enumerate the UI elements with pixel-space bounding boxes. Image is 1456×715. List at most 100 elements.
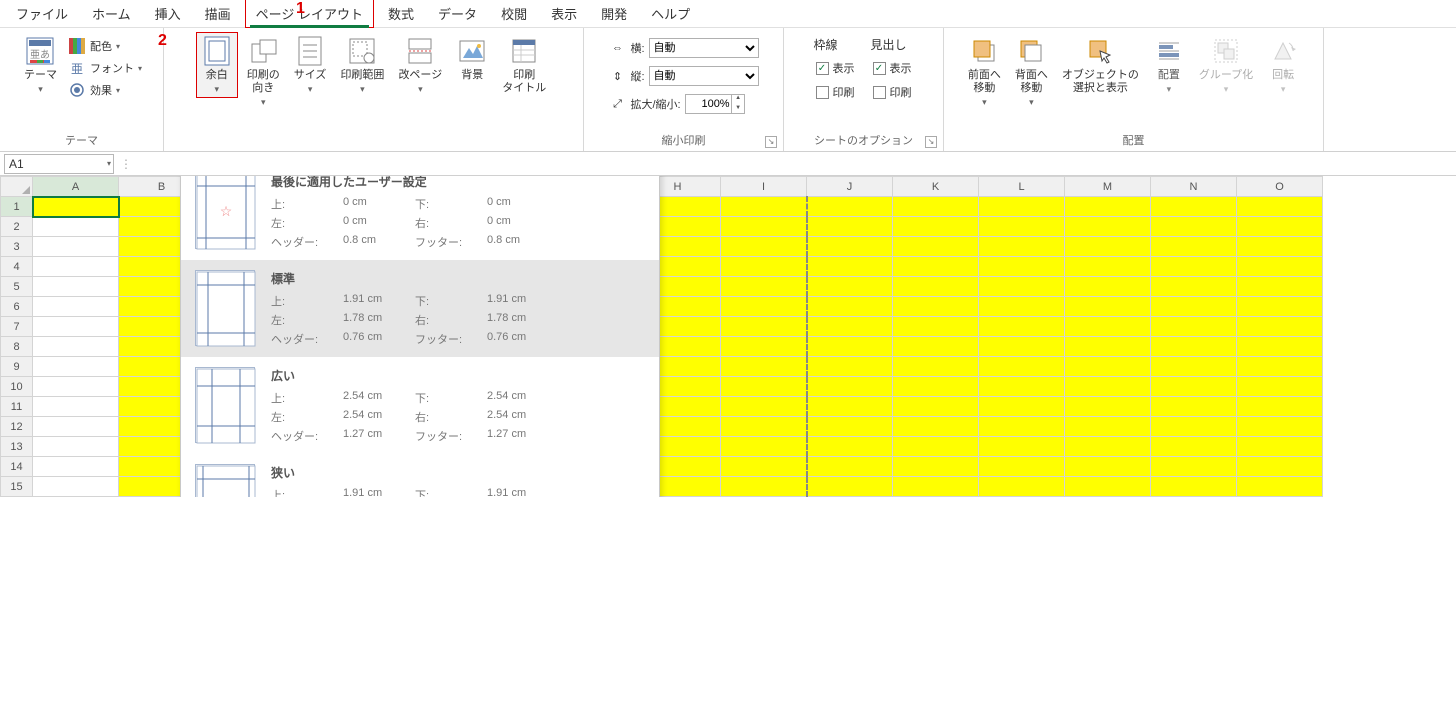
cell[interactable]	[721, 477, 807, 497]
cell[interactable]	[721, 297, 807, 317]
cell[interactable]	[807, 337, 893, 357]
cell[interactable]	[1065, 457, 1151, 477]
cell[interactable]	[807, 217, 893, 237]
cell[interactable]	[33, 377, 119, 397]
cell[interactable]	[33, 437, 119, 457]
cell[interactable]	[721, 357, 807, 377]
cell[interactable]	[893, 337, 979, 357]
row-header[interactable]: 6	[1, 297, 33, 317]
cell[interactable]	[721, 417, 807, 437]
cell[interactable]	[33, 357, 119, 377]
cell[interactable]	[807, 197, 893, 217]
row-header[interactable]: 5	[1, 277, 33, 297]
theme-fonts-button[interactable]: 亜 フォント▾	[66, 58, 144, 78]
cell[interactable]	[1237, 257, 1323, 277]
spin-down[interactable]: ▼	[731, 104, 745, 114]
cell[interactable]	[1065, 337, 1151, 357]
row-header[interactable]: 9	[1, 357, 33, 377]
cell[interactable]	[721, 337, 807, 357]
cell[interactable]	[1151, 277, 1237, 297]
cell[interactable]	[807, 257, 893, 277]
margin-preset-item[interactable]: 狭い 上:1.91 cm下:1.91 cm 左:0.64 cm右:0.64 cm…	[181, 454, 659, 497]
cell[interactable]	[1237, 337, 1323, 357]
cell[interactable]	[1237, 417, 1323, 437]
cell[interactable]	[979, 237, 1065, 257]
print-area-button[interactable]: 印刷範囲 ▾	[335, 32, 389, 98]
cell[interactable]	[807, 297, 893, 317]
name-box[interactable]: A1 ▾	[4, 154, 114, 174]
cell[interactable]	[1237, 237, 1323, 257]
row-header[interactable]: 4	[1, 257, 33, 277]
background-button[interactable]: 背景	[451, 32, 493, 85]
row-header[interactable]: 10	[1, 377, 33, 397]
column-header[interactable]: A	[33, 177, 119, 197]
cell[interactable]	[893, 477, 979, 497]
margin-preset-item[interactable]: 標準 上:1.91 cm下:1.91 cm 左:1.78 cm右:1.78 cm…	[181, 260, 659, 357]
orientation-button[interactable]: 印刷の 向き ▾	[242, 32, 285, 111]
cell[interactable]	[1065, 317, 1151, 337]
cell[interactable]	[1237, 317, 1323, 337]
row-header[interactable]: 2	[1, 217, 33, 237]
cell[interactable]	[33, 317, 119, 337]
cell[interactable]	[1151, 297, 1237, 317]
tab-formulas[interactable]: 数式	[378, 0, 424, 27]
cell[interactable]	[1065, 197, 1151, 217]
cell[interactable]	[979, 337, 1065, 357]
cell[interactable]	[1065, 237, 1151, 257]
cell[interactable]	[979, 277, 1065, 297]
tab-help[interactable]: ヘルプ	[641, 0, 700, 27]
tab-view[interactable]: 表示	[541, 0, 587, 27]
cell[interactable]	[721, 277, 807, 297]
cell[interactable]	[893, 377, 979, 397]
cell[interactable]	[1151, 477, 1237, 497]
cell[interactable]	[979, 397, 1065, 417]
row-header[interactable]: 15	[1, 477, 33, 497]
theme-colors-button[interactable]: 配色▾	[66, 36, 144, 56]
cell[interactable]	[1065, 217, 1151, 237]
cell[interactable]	[1065, 257, 1151, 277]
cell[interactable]	[721, 317, 807, 337]
margin-preset-item[interactable]: ☆ 最後に適用したユーザー設定 上:0 cm下:0 cm 左:0 cm右:0 c…	[181, 176, 659, 260]
cell[interactable]	[1151, 237, 1237, 257]
cell[interactable]	[893, 297, 979, 317]
bring-forward-button[interactable]: 前面へ 移動▾	[963, 32, 1006, 111]
cell[interactable]	[33, 237, 119, 257]
cell[interactable]	[1151, 457, 1237, 477]
spin-up[interactable]: ▲	[731, 94, 745, 104]
cell[interactable]	[33, 297, 119, 317]
select-all-corner[interactable]	[1, 177, 33, 197]
cell[interactable]	[893, 417, 979, 437]
cell[interactable]	[979, 457, 1065, 477]
cell[interactable]	[1151, 397, 1237, 417]
cell[interactable]	[893, 277, 979, 297]
row-header[interactable]: 13	[1, 437, 33, 457]
group-objects-button[interactable]: グループ化▾	[1194, 32, 1258, 98]
tab-review[interactable]: 校閲	[491, 0, 537, 27]
breaks-button[interactable]: 改ページ ▾	[393, 32, 447, 98]
cell[interactable]	[1065, 477, 1151, 497]
column-header[interactable]: M	[1065, 177, 1151, 197]
cell[interactable]	[807, 317, 893, 337]
print-titles-button[interactable]: 印刷 タイトル	[497, 32, 551, 98]
cell[interactable]	[1151, 337, 1237, 357]
cell[interactable]	[1151, 357, 1237, 377]
column-header[interactable]: I	[721, 177, 807, 197]
cell[interactable]	[1237, 477, 1323, 497]
tab-data[interactable]: データ	[428, 0, 487, 27]
cell[interactable]	[33, 417, 119, 437]
cell[interactable]	[893, 357, 979, 377]
send-backward-button[interactable]: 背面へ 移動▾	[1010, 32, 1053, 111]
cell[interactable]	[807, 357, 893, 377]
row-header[interactable]: 1	[1, 197, 33, 217]
cell[interactable]	[807, 437, 893, 457]
cell[interactable]	[33, 217, 119, 237]
cell[interactable]	[1237, 397, 1323, 417]
cell[interactable]	[979, 197, 1065, 217]
column-header[interactable]: L	[979, 177, 1065, 197]
headings-print-checkbox[interactable]: 印刷	[871, 83, 914, 101]
cell[interactable]	[893, 317, 979, 337]
dialog-launcher-icon[interactable]: ↘	[765, 136, 777, 148]
cell[interactable]	[721, 197, 807, 217]
cell[interactable]	[979, 357, 1065, 377]
cell[interactable]	[893, 397, 979, 417]
